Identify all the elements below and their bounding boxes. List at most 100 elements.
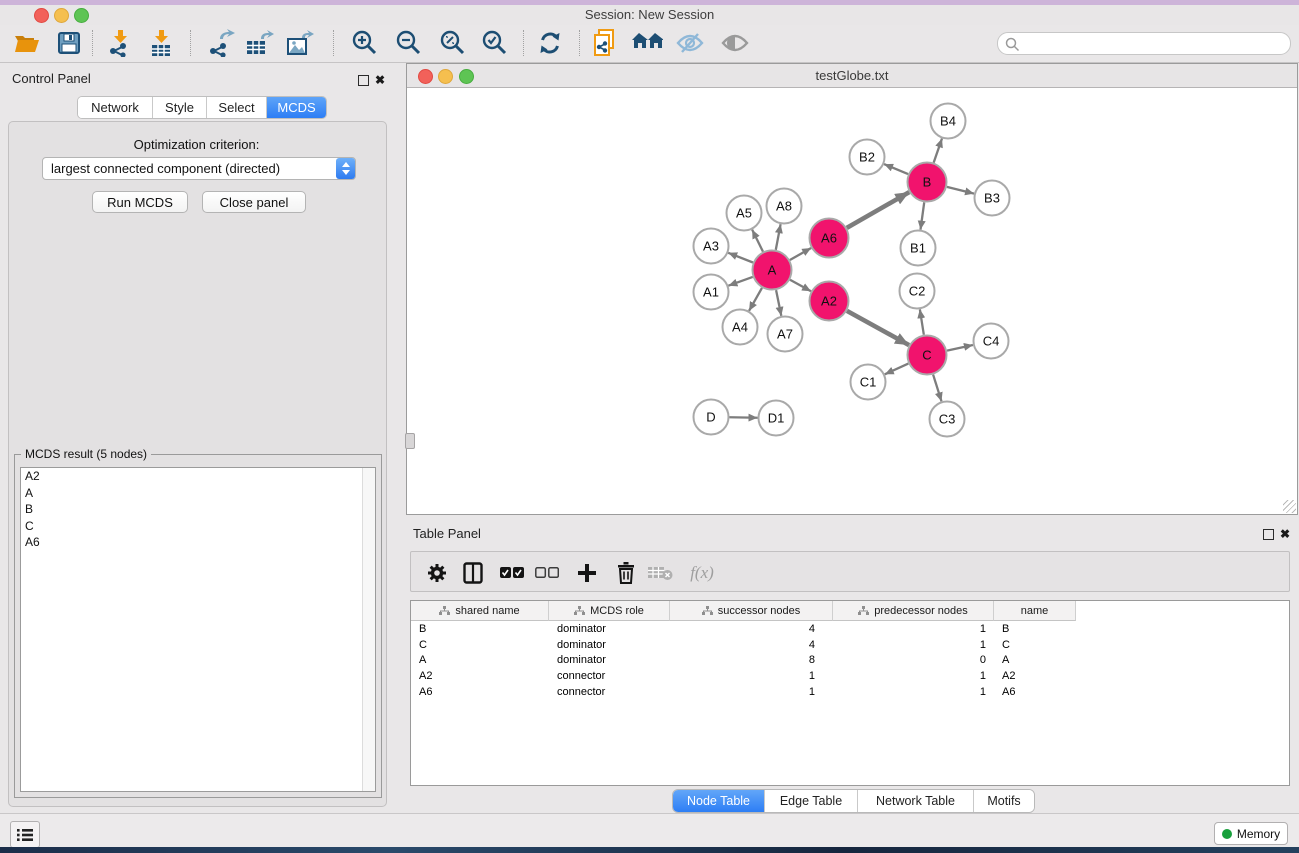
- column-header-successor-nodes[interactable]: successor nodes: [670, 601, 833, 621]
- graph-node-B[interactable]: B: [908, 163, 947, 202]
- table-row-A[interactable]: Adominator80A: [411, 653, 1289, 669]
- table-cell[interactable]: C: [994, 639, 1076, 651]
- network-graph[interactable]: B4B2BB3A5A8A6A3B1AA1C2A2A4A7C4CC1C3DD1: [407, 88, 1297, 514]
- table-cell[interactable]: 0: [833, 654, 994, 666]
- column-header-name[interactable]: name: [994, 601, 1076, 621]
- graph-edge-B-B3[interactable]: [947, 187, 974, 194]
- graph-node-C1[interactable]: C1: [851, 365, 886, 400]
- table-cell[interactable]: A2: [994, 670, 1076, 682]
- zoom-out-icon[interactable]: [392, 27, 426, 59]
- table-panel-close-icon[interactable]: ✖: [1280, 525, 1290, 543]
- settings-gear-icon[interactable]: [422, 559, 452, 587]
- table-cell[interactable]: 1: [670, 686, 833, 698]
- graph-edge-B-B2[interactable]: [884, 164, 908, 174]
- table-cell[interactable]: B: [994, 623, 1076, 635]
- select-all-icon[interactable]: [497, 559, 527, 587]
- criterion-select[interactable]: largest connected component (directed): [42, 157, 356, 180]
- table-cell[interactable]: A2: [411, 670, 549, 682]
- mcds-result-item[interactable]: A6: [21, 534, 375, 551]
- table-cell[interactable]: 1: [670, 670, 833, 682]
- show-panels-icon[interactable]: [718, 27, 752, 59]
- search-field[interactable]: [997, 32, 1291, 55]
- import-table-icon[interactable]: [144, 27, 178, 59]
- table-row-B[interactable]: Bdominator41B: [411, 621, 1289, 637]
- graph-node-C[interactable]: C: [908, 336, 947, 375]
- mcds-result-item[interactable]: C: [21, 518, 375, 535]
- graph-node-C3[interactable]: C3: [930, 402, 965, 437]
- network-maximize-button[interactable]: [459, 69, 474, 84]
- zoom-in-icon[interactable]: [348, 27, 382, 59]
- graph-edge-A-A8[interactable]: [776, 224, 781, 250]
- export-network-icon[interactable]: [204, 27, 238, 59]
- control-panel-close-icon[interactable]: ✖: [375, 71, 385, 89]
- table-cell[interactable]: C: [411, 639, 549, 651]
- node-table[interactable]: shared nameMCDS rolesuccessor nodesprede…: [410, 600, 1290, 786]
- graph-edge-A-A3[interactable]: [728, 253, 753, 263]
- graph-node-B2[interactable]: B2: [850, 140, 885, 175]
- scrollbar[interactable]: [362, 468, 375, 791]
- control-panel-float-icon[interactable]: [358, 73, 369, 91]
- import-network-icon[interactable]: [103, 27, 137, 59]
- graph-node-A3[interactable]: A3: [694, 229, 729, 264]
- save-session-icon[interactable]: [52, 27, 86, 59]
- graph-node-D1[interactable]: D1: [759, 401, 794, 436]
- network-canvas[interactable]: B4B2BB3A5A8A6A3B1AA1C2A2A4A7C4CC1C3DD1: [407, 88, 1297, 514]
- minimize-window-button[interactable]: [54, 8, 69, 23]
- table-cell[interactable]: 1: [833, 670, 994, 682]
- table-cell[interactable]: 8: [670, 654, 833, 666]
- copy-document-icon[interactable]: [588, 27, 622, 59]
- network-close-button[interactable]: [418, 69, 433, 84]
- graph-edge-A-A2[interactable]: [790, 280, 811, 291]
- network-minimize-button[interactable]: [438, 69, 453, 84]
- open-session-icon[interactable]: [10, 27, 44, 59]
- table-cell[interactable]: 4: [670, 623, 833, 635]
- add-column-icon[interactable]: [572, 559, 602, 587]
- graph-node-A1[interactable]: A1: [694, 275, 729, 310]
- table-cell[interactable]: dominator: [549, 654, 670, 666]
- graph-edge-B-B4[interactable]: [934, 138, 942, 162]
- graph-node-A4[interactable]: A4: [723, 310, 758, 345]
- graph-node-B1[interactable]: B1: [901, 231, 936, 266]
- column-header-shared-name[interactable]: shared name: [411, 601, 549, 621]
- resize-grip[interactable]: [1283, 500, 1296, 513]
- graph-edge-A-A4[interactable]: [749, 288, 762, 311]
- search-input[interactable]: [1022, 35, 1290, 53]
- graph-node-C2[interactable]: C2: [900, 274, 935, 309]
- table-cell[interactable]: 1: [833, 639, 994, 651]
- graph-node-A[interactable]: A: [753, 251, 792, 290]
- graph-node-A6[interactable]: A6: [810, 219, 849, 258]
- hide-panels-icon[interactable]: [673, 27, 707, 59]
- split-view-icon[interactable]: [458, 559, 488, 587]
- tab-select[interactable]: Select: [206, 97, 266, 118]
- table-cell[interactable]: A: [411, 654, 549, 666]
- mcds-result-list[interactable]: A2ABCA6: [20, 467, 376, 792]
- table-cell[interactable]: A6: [994, 686, 1076, 698]
- column-header-mcds-role[interactable]: MCDS role: [549, 601, 670, 621]
- graph-edge-A-A5[interactable]: [752, 230, 763, 252]
- deselect-all-icon[interactable]: [532, 559, 562, 587]
- graph-node-D[interactable]: D: [694, 400, 729, 435]
- graph-node-B4[interactable]: B4: [931, 104, 966, 139]
- table-panel-float-icon[interactable]: [1263, 527, 1274, 545]
- graph-edge-A-A6[interactable]: [790, 248, 811, 260]
- mcds-result-item[interactable]: A2: [21, 468, 375, 485]
- close-window-button[interactable]: [34, 8, 49, 23]
- graph-edge-A2-C[interactable]: [847, 311, 909, 345]
- graph-node-C4[interactable]: C4: [974, 324, 1009, 359]
- column-header-predecessor-nodes[interactable]: predecessor nodes: [833, 601, 994, 621]
- task-history-button[interactable]: [10, 821, 40, 848]
- table-cell[interactable]: A6: [411, 686, 549, 698]
- zoom-fit-icon[interactable]: [436, 27, 470, 59]
- table-cell[interactable]: A: [994, 654, 1076, 666]
- table-cell[interactable]: 1: [833, 623, 994, 635]
- graph-node-A8[interactable]: A8: [767, 189, 802, 224]
- graph-edge-A-A7[interactable]: [776, 290, 781, 316]
- graph-edge-C-C2[interactable]: [920, 309, 924, 334]
- table-row-A2[interactable]: A2connector11A2: [411, 668, 1289, 684]
- maximize-window-button[interactable]: [74, 8, 89, 23]
- graph-edge-A6-B[interactable]: [847, 192, 909, 228]
- graph-edge-B-B1[interactable]: [920, 202, 924, 229]
- tab-network-table[interactable]: Network Table: [857, 790, 973, 812]
- tab-style[interactable]: Style: [152, 97, 206, 118]
- graph-node-A5[interactable]: A5: [727, 196, 762, 231]
